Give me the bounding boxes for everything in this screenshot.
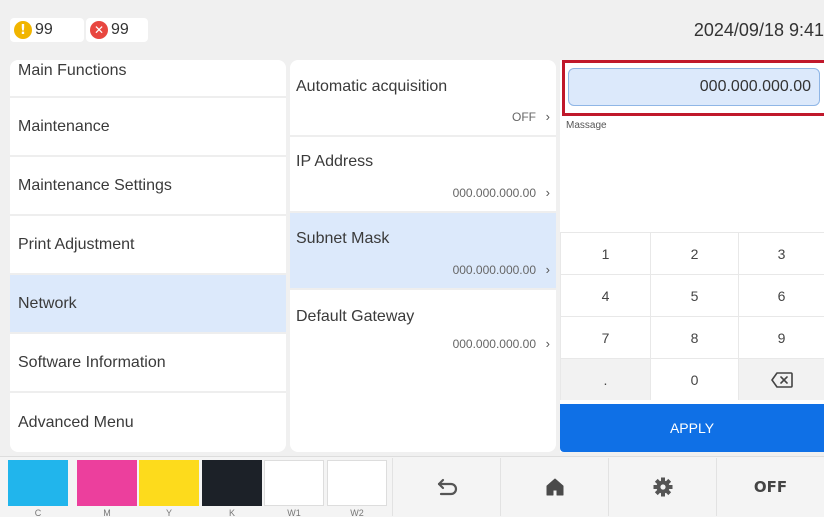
menu-item-software-information[interactable]: Software Information <box>10 334 286 393</box>
ink-swatch-m[interactable] <box>77 460 137 506</box>
warning-icon: ! <box>14 21 32 39</box>
menu-item-label: Software Information <box>18 353 166 371</box>
setting-automatic-acquisition[interactable]: Automatic acquisition OFF › <box>290 60 556 137</box>
home-button[interactable] <box>500 458 608 516</box>
warning-badge[interactable]: ! 99 <box>10 18 84 42</box>
key-2[interactable]: 2 <box>650 232 738 274</box>
ink-swatch-w1[interactable] <box>264 460 324 506</box>
menu-item-label: Print Adjustment <box>18 235 135 253</box>
warning-count: 99 <box>35 21 53 38</box>
main-menu: Main Functions Maintenance Maintenance S… <box>10 60 286 452</box>
chevron-right-icon: › <box>545 185 550 200</box>
network-settings-list: Automatic acquisition OFF › IP Address 0… <box>290 60 556 452</box>
chevron-right-icon: › <box>545 262 550 277</box>
setting-value: 000.000.000.00 <box>452 337 536 351</box>
ink-label-c: C <box>34 508 42 517</box>
backspace-icon <box>770 371 793 388</box>
setting-title: Subnet Mask <box>296 230 390 247</box>
datetime: 2024/09/18 9:41 <box>693 20 824 40</box>
key-3[interactable]: 3 <box>738 232 824 274</box>
chevron-right-icon: › <box>545 336 550 351</box>
setting-title: IP Address <box>296 153 374 170</box>
key-6[interactable]: 6 <box>738 274 824 316</box>
ink-swatch-c[interactable] <box>8 460 68 506</box>
key-7[interactable]: 7 <box>560 316 650 358</box>
setting-value: OFF <box>512 110 536 124</box>
power-off-label: OFF <box>753 478 788 496</box>
menu-item-network[interactable]: Network <box>10 275 286 334</box>
setting-value: 000.000.000.00 <box>452 186 536 200</box>
back-arrow-icon <box>437 478 457 496</box>
key-0[interactable]: 0 <box>650 358 738 400</box>
setting-ip-address[interactable]: IP Address 000.000.000.00 › <box>290 137 556 213</box>
input-panel: 000.000.000.00 Massage 1 2 3 4 5 6 7 8 9… <box>560 60 824 452</box>
apply-button[interactable]: APPLY <box>560 404 824 452</box>
gear-icon <box>653 477 672 497</box>
home-icon <box>546 478 563 496</box>
menu-item-label: Network <box>18 294 77 312</box>
chevron-right-icon: › <box>545 109 550 124</box>
key-5[interactable]: 5 <box>650 274 738 316</box>
settings-button[interactable] <box>608 458 716 516</box>
backspace-key[interactable] <box>738 358 824 400</box>
power-off-button[interactable]: OFF <box>716 458 824 516</box>
menu-item-maintenance-settings[interactable]: Maintenance Settings <box>10 157 286 216</box>
setting-title: Automatic acquisition <box>296 78 448 95</box>
status-bar: ! 99 ✕ 99 2024/09/18 9:41 <box>0 0 824 58</box>
menu-item-main-functions[interactable]: Main Functions <box>10 60 286 98</box>
ink-label-w2: W2 <box>350 508 364 517</box>
ink-label-k: K <box>228 508 235 517</box>
ink-swatch-y[interactable] <box>139 460 199 506</box>
ink-swatch-w2[interactable] <box>327 460 387 506</box>
ink-label-m: M <box>103 508 111 517</box>
key-1[interactable]: 1 <box>560 232 650 274</box>
ink-label-w1: W1 <box>287 508 301 517</box>
error-badge[interactable]: ✕ 99 <box>86 18 148 42</box>
menu-item-maintenance[interactable]: Maintenance <box>10 98 286 157</box>
ink-swatch-k[interactable] <box>202 460 262 506</box>
error-count: 99 <box>111 21 129 38</box>
key-4[interactable]: 4 <box>560 274 650 316</box>
menu-item-advanced-menu[interactable]: Advanced Menu <box>10 393 286 452</box>
key-8[interactable]: 8 <box>650 316 738 358</box>
key-9[interactable]: 9 <box>738 316 824 358</box>
setting-title: Default Gateway <box>296 308 415 325</box>
back-button[interactable] <box>392 458 500 516</box>
message-label: Massage <box>566 120 607 131</box>
menu-item-label: Main Functions <box>18 62 127 79</box>
key-dot[interactable]: . <box>560 358 650 400</box>
setting-default-gateway[interactable]: Default Gateway 000.000.000.00 › <box>290 290 556 360</box>
setting-subnet-mask[interactable]: Subnet Mask 000.000.000.00 › <box>290 213 556 290</box>
menu-item-label: Maintenance <box>18 117 110 135</box>
menu-item-label: Maintenance Settings <box>18 176 172 194</box>
input-highlight-box <box>562 60 824 116</box>
setting-value: 000.000.000.00 <box>452 263 536 277</box>
ink-label-y: Y <box>165 508 172 517</box>
error-icon: ✕ <box>90 21 108 39</box>
menu-item-print-adjustment[interactable]: Print Adjustment <box>10 216 286 275</box>
menu-item-label: Advanced Menu <box>18 413 134 431</box>
